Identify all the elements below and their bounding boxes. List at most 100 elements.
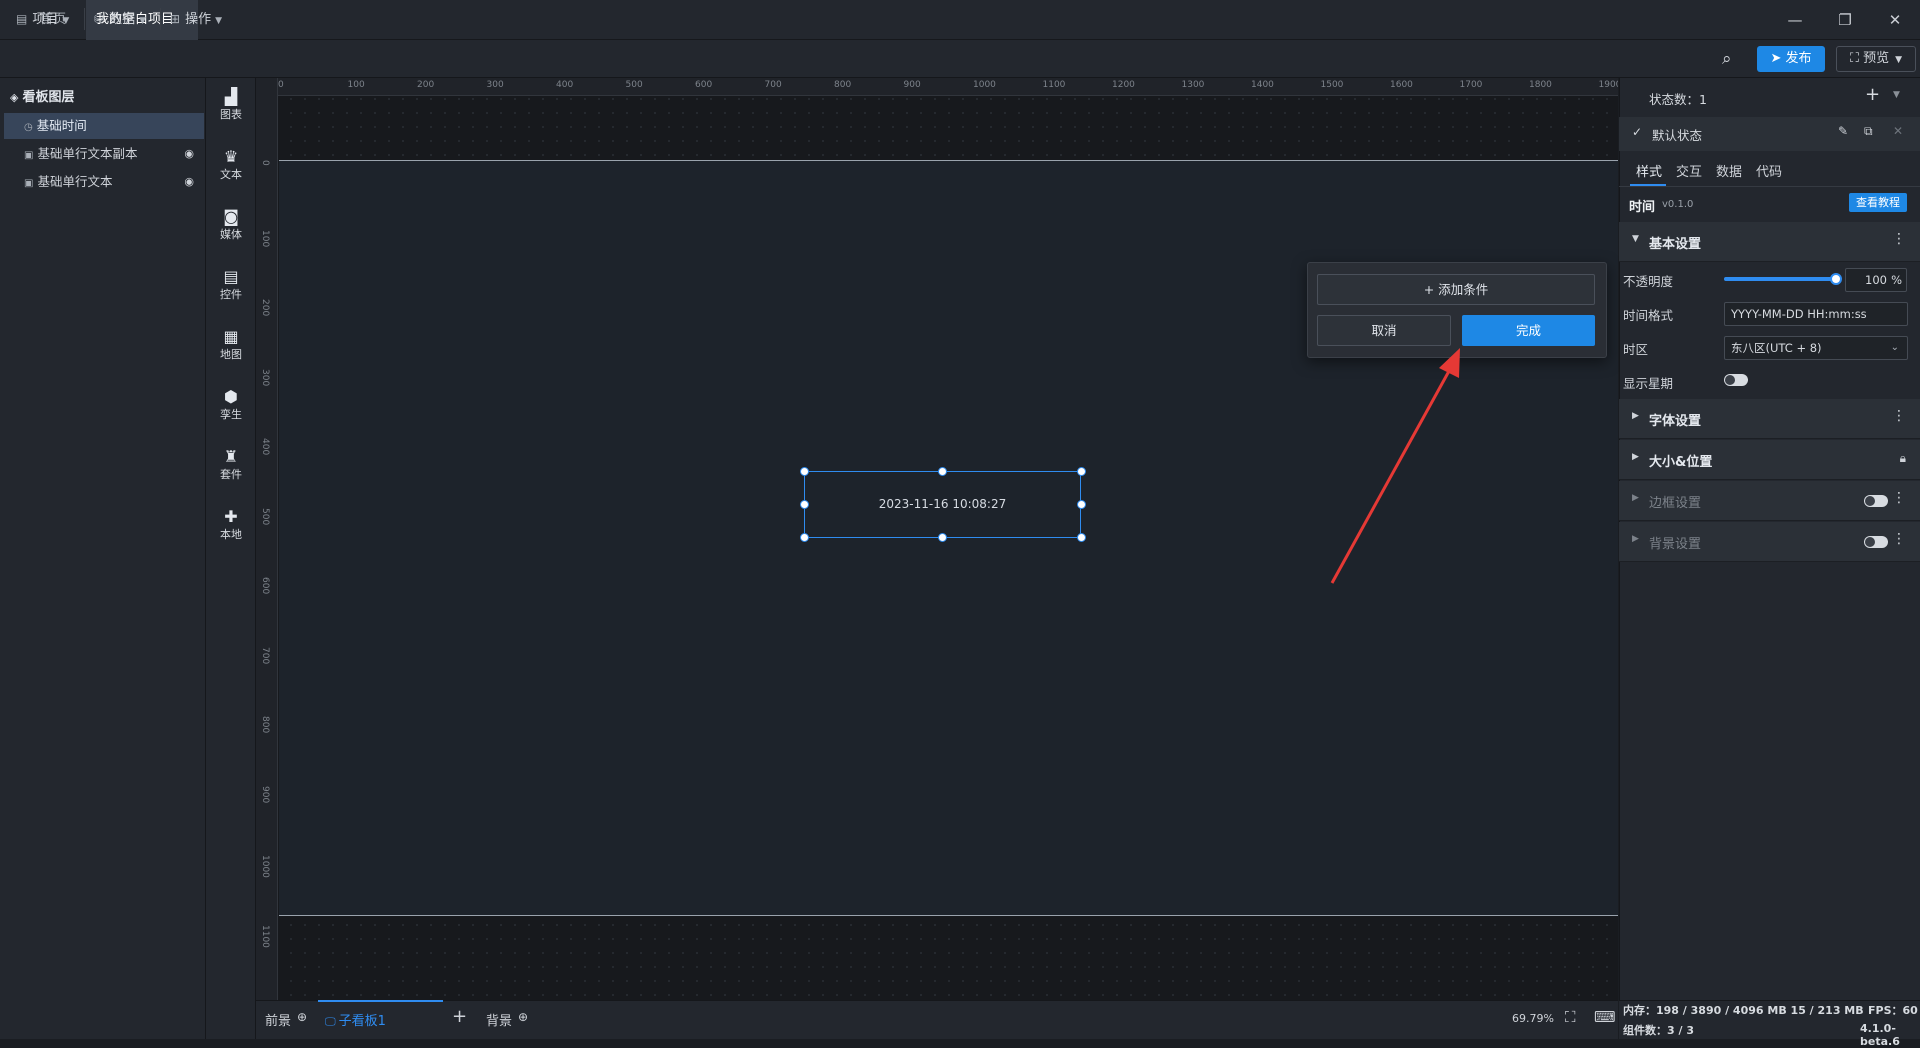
comp-media[interactable]: ◙ 媒体 bbox=[206, 208, 256, 242]
tab-board[interactable]: 🖵 子看板1 bbox=[325, 1010, 386, 1029]
timezone-select[interactable]: 东八区(UTC + 8) ⌄ bbox=[1724, 336, 1908, 360]
close-window-button[interactable]: ✕ bbox=[1870, 0, 1920, 40]
zoom-level[interactable]: 69.79% bbox=[1512, 1012, 1554, 1025]
memory-stat: 内存：198 / 3890 / 4096 MB 15 / 213 MB bbox=[1623, 1004, 1864, 1017]
tab-background[interactable]: 背景 ⊕ bbox=[486, 1010, 528, 1029]
media-icon: ◙ bbox=[223, 207, 239, 226]
minimize-button[interactable]: — bbox=[1770, 0, 1820, 40]
time-format-input[interactable]: YYYY-MM-DD HH:mm:ss bbox=[1724, 302, 1908, 326]
add-circle-icon[interactable]: ⊕ bbox=[297, 1010, 307, 1024]
more-vertical-icon[interactable]: ⋮ bbox=[1892, 231, 1906, 247]
comp-local[interactable]: ✚ 本地 bbox=[206, 508, 256, 542]
timezone-label: 时区 bbox=[1623, 342, 1649, 357]
state-count: 状态数：1 bbox=[1649, 92, 1707, 107]
opacity-input[interactable]: 100% bbox=[1845, 268, 1907, 292]
chevron-down-icon: ⌄ bbox=[1890, 342, 1899, 353]
ruler-tick-label: 1000 bbox=[260, 855, 270, 878]
opacity-label: 不透明度 bbox=[1623, 274, 1674, 289]
more-vertical-icon[interactable]: ⋮ bbox=[1892, 408, 1906, 424]
resize-handle[interactable] bbox=[800, 467, 809, 476]
section-border-title: 边框设置 bbox=[1649, 496, 1702, 511]
ruler-tick-label: 500 bbox=[260, 507, 270, 525]
tab-code[interactable]: 代码 bbox=[1756, 161, 1782, 180]
fit-screen-icon[interactable]: ⛶ bbox=[1565, 1008, 1576, 1026]
hidden-eye-icon[interactable]: ◉ bbox=[184, 169, 194, 195]
publish-button[interactable]: ➤ 发布 bbox=[1757, 46, 1825, 72]
section-background[interactable]: ▶ 背景设置 ⋮ bbox=[1619, 522, 1920, 562]
add-circle-icon[interactable]: ⊕ bbox=[518, 1010, 528, 1024]
copy-icon[interactable]: ⧉ bbox=[1864, 124, 1873, 139]
layers-title: ◈ 看板图层 bbox=[10, 86, 74, 105]
chevron-down-icon[interactable]: ▼ bbox=[1893, 90, 1900, 100]
comp-map[interactable]: ▦ 地图 bbox=[206, 328, 256, 362]
lock-icon[interactable]: 🔒︎ bbox=[1900, 451, 1906, 466]
ruler-left: 0 100 200 300 400 500 600 700 800 900 1000 1100 bbox=[256, 78, 278, 1000]
chevron-down-icon: ▼ bbox=[1895, 55, 1903, 65]
more-vertical-icon[interactable]: ⋮ bbox=[1892, 531, 1906, 547]
more-vertical-icon[interactable]: ⋮ bbox=[1892, 490, 1906, 506]
border-toggle[interactable] bbox=[1864, 495, 1888, 507]
add-state-button[interactable]: + bbox=[1865, 84, 1880, 105]
resize-handle[interactable] bbox=[1077, 467, 1086, 476]
comp-label: 文本 bbox=[220, 168, 242, 181]
opacity-slider-knob[interactable] bbox=[1830, 273, 1842, 285]
view-tutorial-button[interactable]: 查看教程 bbox=[1849, 193, 1907, 212]
comp-control[interactable]: ▤ 控件 bbox=[206, 268, 256, 302]
keyboard-icon[interactable]: ⌨ bbox=[1594, 1008, 1616, 1026]
section-basic[interactable]: ▼ 基本设置 ⋮ bbox=[1619, 222, 1920, 262]
ruler-tick-label: 1500 bbox=[1320, 80, 1344, 90]
resize-handle[interactable] bbox=[938, 467, 947, 476]
section-font[interactable]: ▶ 字体设置 ⋮ bbox=[1619, 399, 1920, 439]
show-weekday-toggle[interactable] bbox=[1724, 374, 1748, 386]
opacity-value: 100 bbox=[1865, 273, 1887, 287]
edit-icon[interactable]: ✎ bbox=[1838, 124, 1848, 138]
preview-button[interactable]: ⛶ 预览 ▼ bbox=[1836, 46, 1916, 72]
menu-data[interactable]: ⛁ 数据 ▼ bbox=[90, 7, 150, 31]
tab-interaction[interactable]: 交互 bbox=[1676, 161, 1702, 180]
menu-operate[interactable]: ⊞ 操作 ▼ bbox=[166, 7, 226, 31]
ruler-tick-label: 0 bbox=[278, 80, 284, 90]
comp-label: 套件 bbox=[220, 468, 242, 481]
menu-divider bbox=[84, 8, 85, 30]
tab-style[interactable]: 样式 bbox=[1636, 161, 1662, 180]
comp-label: 图表 bbox=[220, 108, 242, 121]
background-toggle[interactable] bbox=[1864, 536, 1888, 548]
ruler-tick-label: 1200 bbox=[1112, 80, 1135, 90]
tab-foreground[interactable]: 前景 ⊕ bbox=[265, 1010, 307, 1029]
restore-button[interactable]: ❐ bbox=[1820, 0, 1870, 40]
resize-handle[interactable] bbox=[800, 500, 809, 509]
close-icon[interactable]: ✕ bbox=[1893, 124, 1903, 138]
comp-kit[interactable]: ♜ 套件 bbox=[206, 448, 256, 482]
resize-handle[interactable] bbox=[938, 533, 947, 542]
document-icon: ▤ bbox=[16, 12, 28, 26]
menu-divider bbox=[160, 8, 161, 30]
resize-handle[interactable] bbox=[1077, 533, 1086, 542]
add-board-button[interactable]: + bbox=[452, 1006, 467, 1027]
layer-item[interactable]: ◷ 基础时间 bbox=[4, 113, 204, 139]
menu-project[interactable]: ▤ 项目 ▼ bbox=[12, 7, 73, 31]
comp-chart[interactable]: ▟ 图表 bbox=[206, 88, 256, 122]
section-border[interactable]: ▶ 边框设置 ⋮ bbox=[1619, 481, 1920, 521]
done-button[interactable]: 完成 bbox=[1462, 315, 1595, 346]
arrow-head-icon bbox=[1439, 348, 1460, 378]
ruler-tick-label: 600 bbox=[260, 577, 270, 595]
add-condition-button[interactable]: + 添加条件 bbox=[1317, 274, 1595, 305]
section-size-position[interactable]: ▶ 大小&位置 🔒︎ bbox=[1619, 440, 1920, 480]
comp-label: 孪生 bbox=[220, 408, 242, 421]
layer-item[interactable]: ▣ 基础单行文本 ◉ bbox=[4, 169, 204, 195]
ruler-tick-label: 500 bbox=[625, 80, 643, 90]
resize-handle[interactable] bbox=[800, 533, 809, 542]
default-state-label: 默认状态 bbox=[1652, 128, 1703, 143]
resize-handle[interactable] bbox=[1077, 500, 1086, 509]
hidden-eye-icon[interactable]: ◉ bbox=[184, 141, 194, 167]
ruler-tick-label: 800 bbox=[834, 80, 852, 90]
toggle-knob bbox=[1865, 496, 1875, 506]
opacity-slider-track[interactable] bbox=[1724, 277, 1836, 281]
comp-twin[interactable]: ⬢ 孪生 bbox=[206, 388, 256, 422]
tab-data[interactable]: 数据 bbox=[1716, 161, 1742, 180]
search-icon[interactable]: ⌕ bbox=[1722, 49, 1732, 69]
preview-label: 预览 bbox=[1863, 51, 1890, 66]
caret-right-icon: ▶ bbox=[1632, 493, 1639, 503]
layer-item[interactable]: ▣ 基础单行文本副本 ◉ bbox=[4, 141, 204, 167]
comp-text[interactable]: ♛ 文本 bbox=[206, 148, 256, 182]
